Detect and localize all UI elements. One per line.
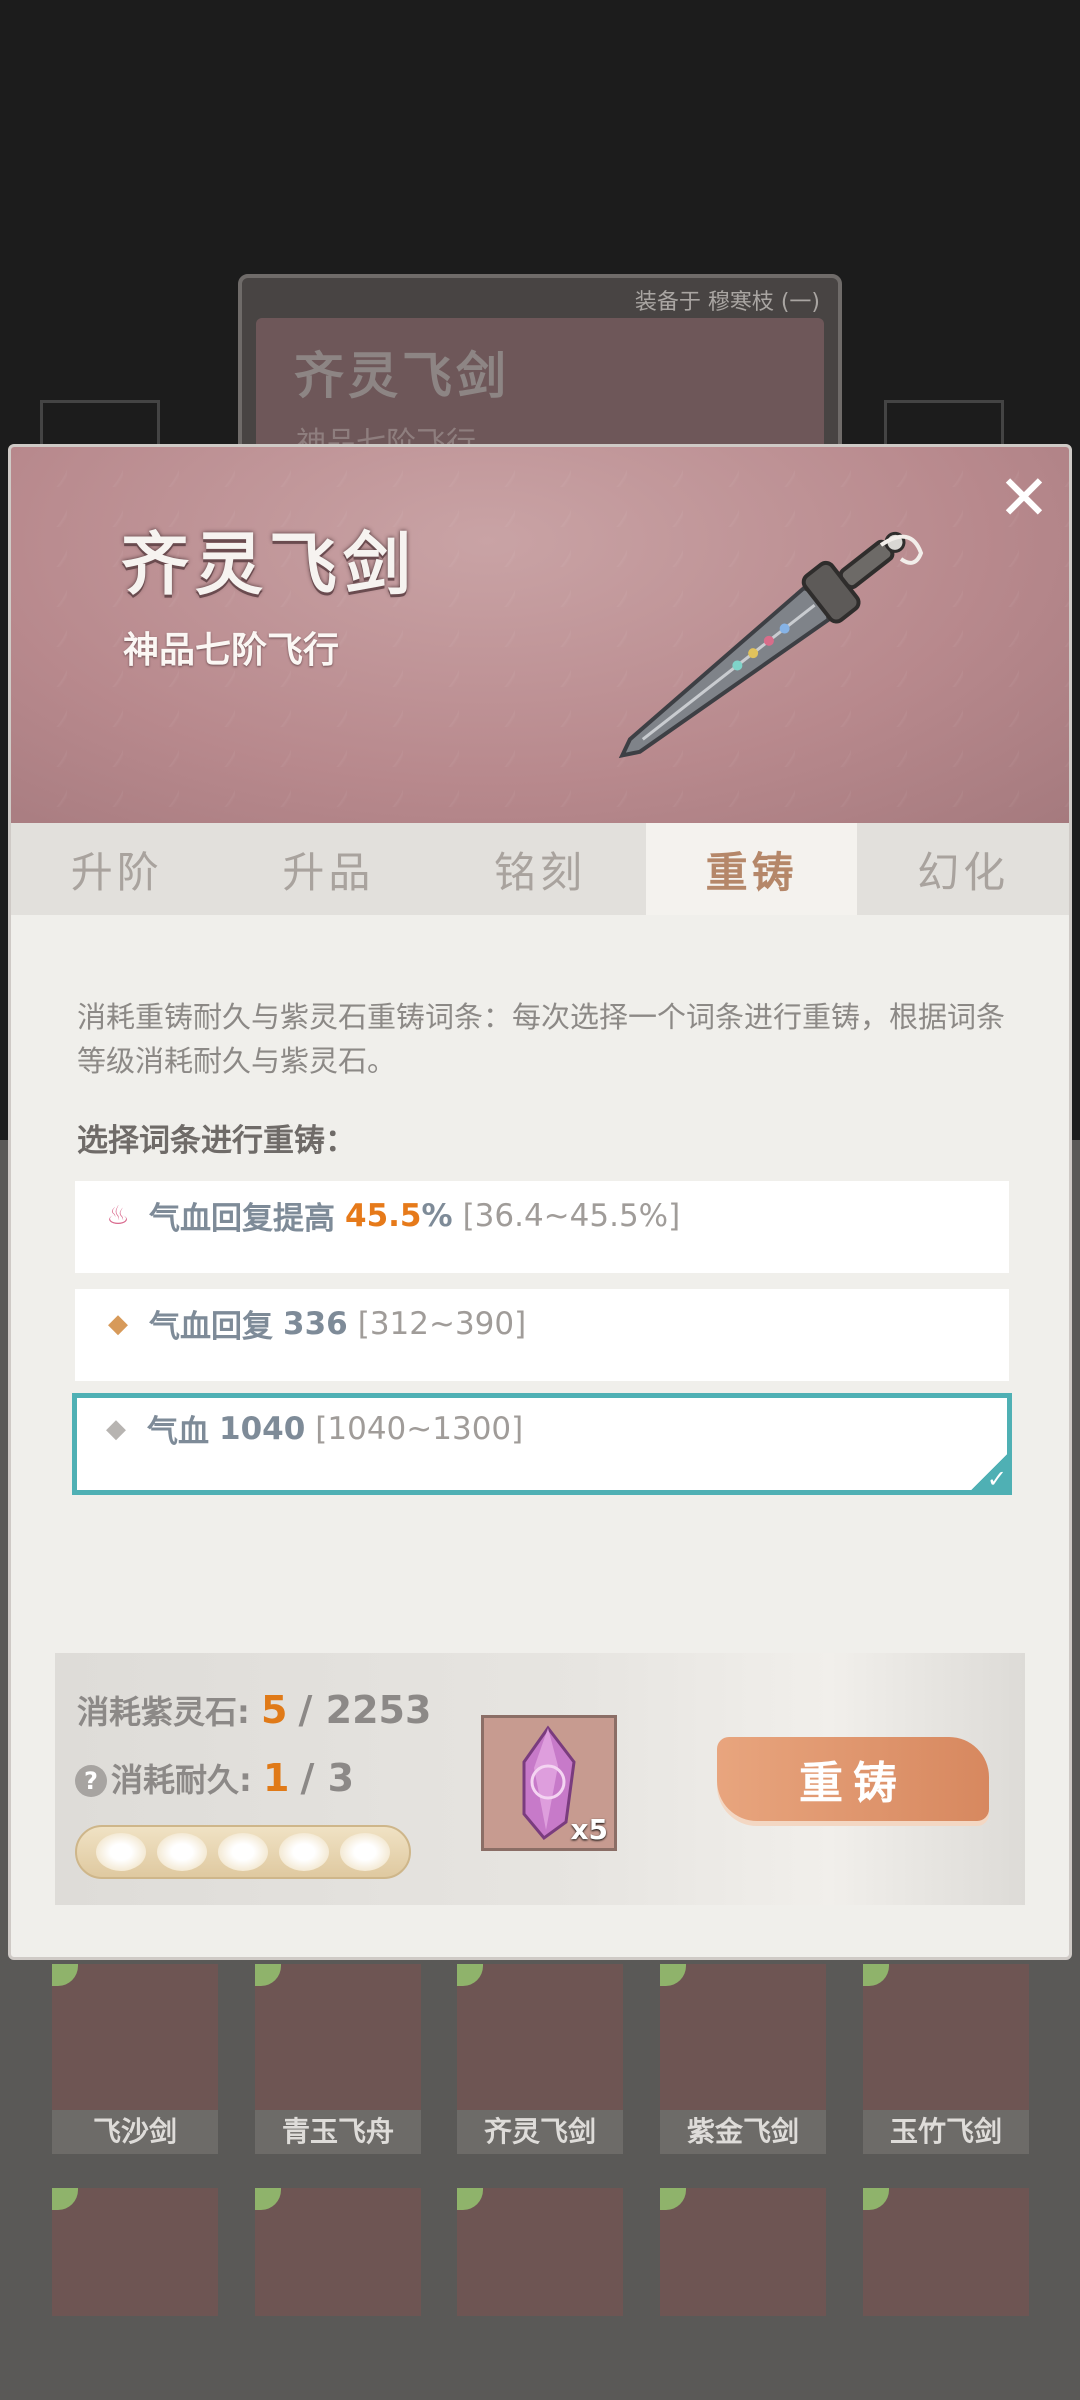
tab-upgrade-tier[interactable]: 升阶 (11, 823, 223, 915)
affix-value: 1040 (219, 1410, 306, 1447)
affix-name: 气血回复 (149, 1309, 273, 1345)
collection-item[interactable]: 玉竹飞剑 (863, 1964, 1029, 2154)
affix-range: [1040~1300] (315, 1410, 524, 1447)
item-art (457, 1964, 623, 2110)
stone-cost-current: 5 (260, 1688, 288, 1732)
item-art (255, 1964, 421, 2110)
stone-cost-total: / 2253 (298, 1688, 432, 1732)
tab-transform[interactable]: 幻化 (857, 823, 1069, 915)
behind-weapon-name: 齐灵飞剑 (294, 346, 510, 405)
purple-spirit-stone-slot[interactable]: x5 (481, 1715, 617, 1851)
stone-cost-label: 消耗紫灵石: (77, 1693, 250, 1731)
item-label: 玉竹飞剑 (863, 2110, 1029, 2154)
item-art (457, 2188, 623, 2316)
collection-item[interactable] (863, 2188, 1029, 2378)
tab-recast[interactable]: 重铸 (645, 823, 858, 915)
collection-item[interactable]: 紫金飞剑 (660, 1964, 826, 2154)
affix-option-hp-regen[interactable]: ◆ 气血回复 336 [312~390] (75, 1289, 1009, 1381)
affix-option-hp[interactable]: ◆ 气血 1040 [1040~1300] ✓ (72, 1393, 1012, 1495)
close-button[interactable]: ✕ (993, 467, 1055, 529)
diamond-icon: ◆ (106, 1413, 126, 1444)
item-art (863, 2188, 1029, 2316)
durability-cost-current: 1 (262, 1756, 290, 1800)
affix-name: 气血回复提高 (149, 1201, 335, 1237)
recast-button[interactable]: 重铸 (717, 1737, 989, 1821)
recast-modal: 齐灵飞剑 神品七阶飞行 ✕ 升阶 升品 铭刻 重铸 幻化 消耗重铸耐久与紫灵石重… (8, 444, 1072, 1960)
help-icon[interactable]: ? (75, 1765, 107, 1797)
affix-value: 336 (283, 1305, 348, 1342)
item-art (255, 2188, 421, 2316)
item-label: 齐灵飞剑 (457, 2110, 623, 2154)
gem-count: x5 (570, 1813, 608, 1846)
collection-item[interactable]: 飞沙剑 (52, 1964, 218, 2154)
collection-item[interactable]: 齐灵飞剑 (457, 1964, 623, 2154)
item-art (863, 1964, 1029, 2110)
check-icon: ✓ (986, 1465, 1007, 1493)
item-label: 青玉飞舟 (255, 2110, 421, 2154)
affix-value-number: 45.5 (345, 1197, 422, 1234)
collection-item[interactable] (457, 2188, 623, 2378)
tab-bar: 升阶 升品 铭刻 重铸 幻化 (11, 823, 1069, 915)
tab-engrave[interactable]: 铭刻 (434, 823, 646, 915)
durability-cost-label: 消耗耐久: (111, 1761, 252, 1799)
tab-upgrade-grade[interactable]: 升品 (223, 823, 435, 915)
durability-cost-total: / 3 (300, 1756, 355, 1800)
equipped-label: 装备于 穆寒枝 (一) (634, 290, 820, 315)
side-card-fragment-right (884, 400, 1004, 450)
side-card-fragment-left (40, 400, 160, 450)
modal-header: 齐灵飞剑 神品七阶飞行 ✕ (11, 447, 1069, 823)
select-affix-label: 选择词条进行重铸： (77, 1123, 356, 1159)
durability-pip (157, 1833, 208, 1871)
durability-pips (75, 1825, 411, 1879)
durability-pip (96, 1833, 147, 1871)
durability-pip (339, 1833, 390, 1871)
flame-icon: ♨ (106, 1200, 130, 1231)
collection-item[interactable]: 青玉飞舟 (255, 1964, 421, 2154)
affix-name: 气血 (147, 1414, 209, 1450)
item-art (660, 1964, 826, 2110)
affix-value: 45.5% (345, 1198, 453, 1234)
recast-description: 消耗重铸耐久与紫灵石重铸词条：每次选择一个词条进行重铸，根据词条等级消耗耐久与紫… (77, 1000, 1006, 1078)
sword-illustration (618, 531, 924, 759)
affix-option-hp-regen-rate[interactable]: ♨ 气血回复提高 45.5% [36.4~45.5%] (75, 1181, 1009, 1273)
item-art (52, 1964, 218, 2110)
diamond-icon: ◆ (108, 1308, 128, 1339)
affix-range: [312~390] (357, 1305, 527, 1342)
durability-pip (278, 1833, 329, 1871)
selected-check-badge: ✓ (966, 1449, 1012, 1495)
stone-cost: 消耗紫灵石: 5 / 2253 (77, 1687, 431, 1733)
durability-cost: ? 消耗耐久: 1 / 3 (75, 1755, 354, 1801)
weapon-title: 齐灵飞剑 (121, 525, 418, 605)
collection-item[interactable] (660, 2188, 826, 2378)
weapon-grade: 神品七阶飞行 (123, 630, 340, 671)
item-label: 紫金飞剑 (660, 2110, 826, 2154)
cost-panel: 消耗紫灵石: 5 / 2253 ? 消耗耐久: 1 / 3 x5 重铸 (55, 1653, 1025, 1905)
collection-item[interactable] (52, 2188, 218, 2378)
collection-item[interactable] (255, 2188, 421, 2378)
affix-range: [36.4~45.5%] (462, 1197, 681, 1234)
item-label: 飞沙剑 (52, 2110, 218, 2154)
durability-pip (217, 1833, 268, 1871)
item-art (660, 2188, 826, 2316)
affix-value-unit: % (421, 1197, 453, 1234)
item-art (52, 2188, 218, 2316)
